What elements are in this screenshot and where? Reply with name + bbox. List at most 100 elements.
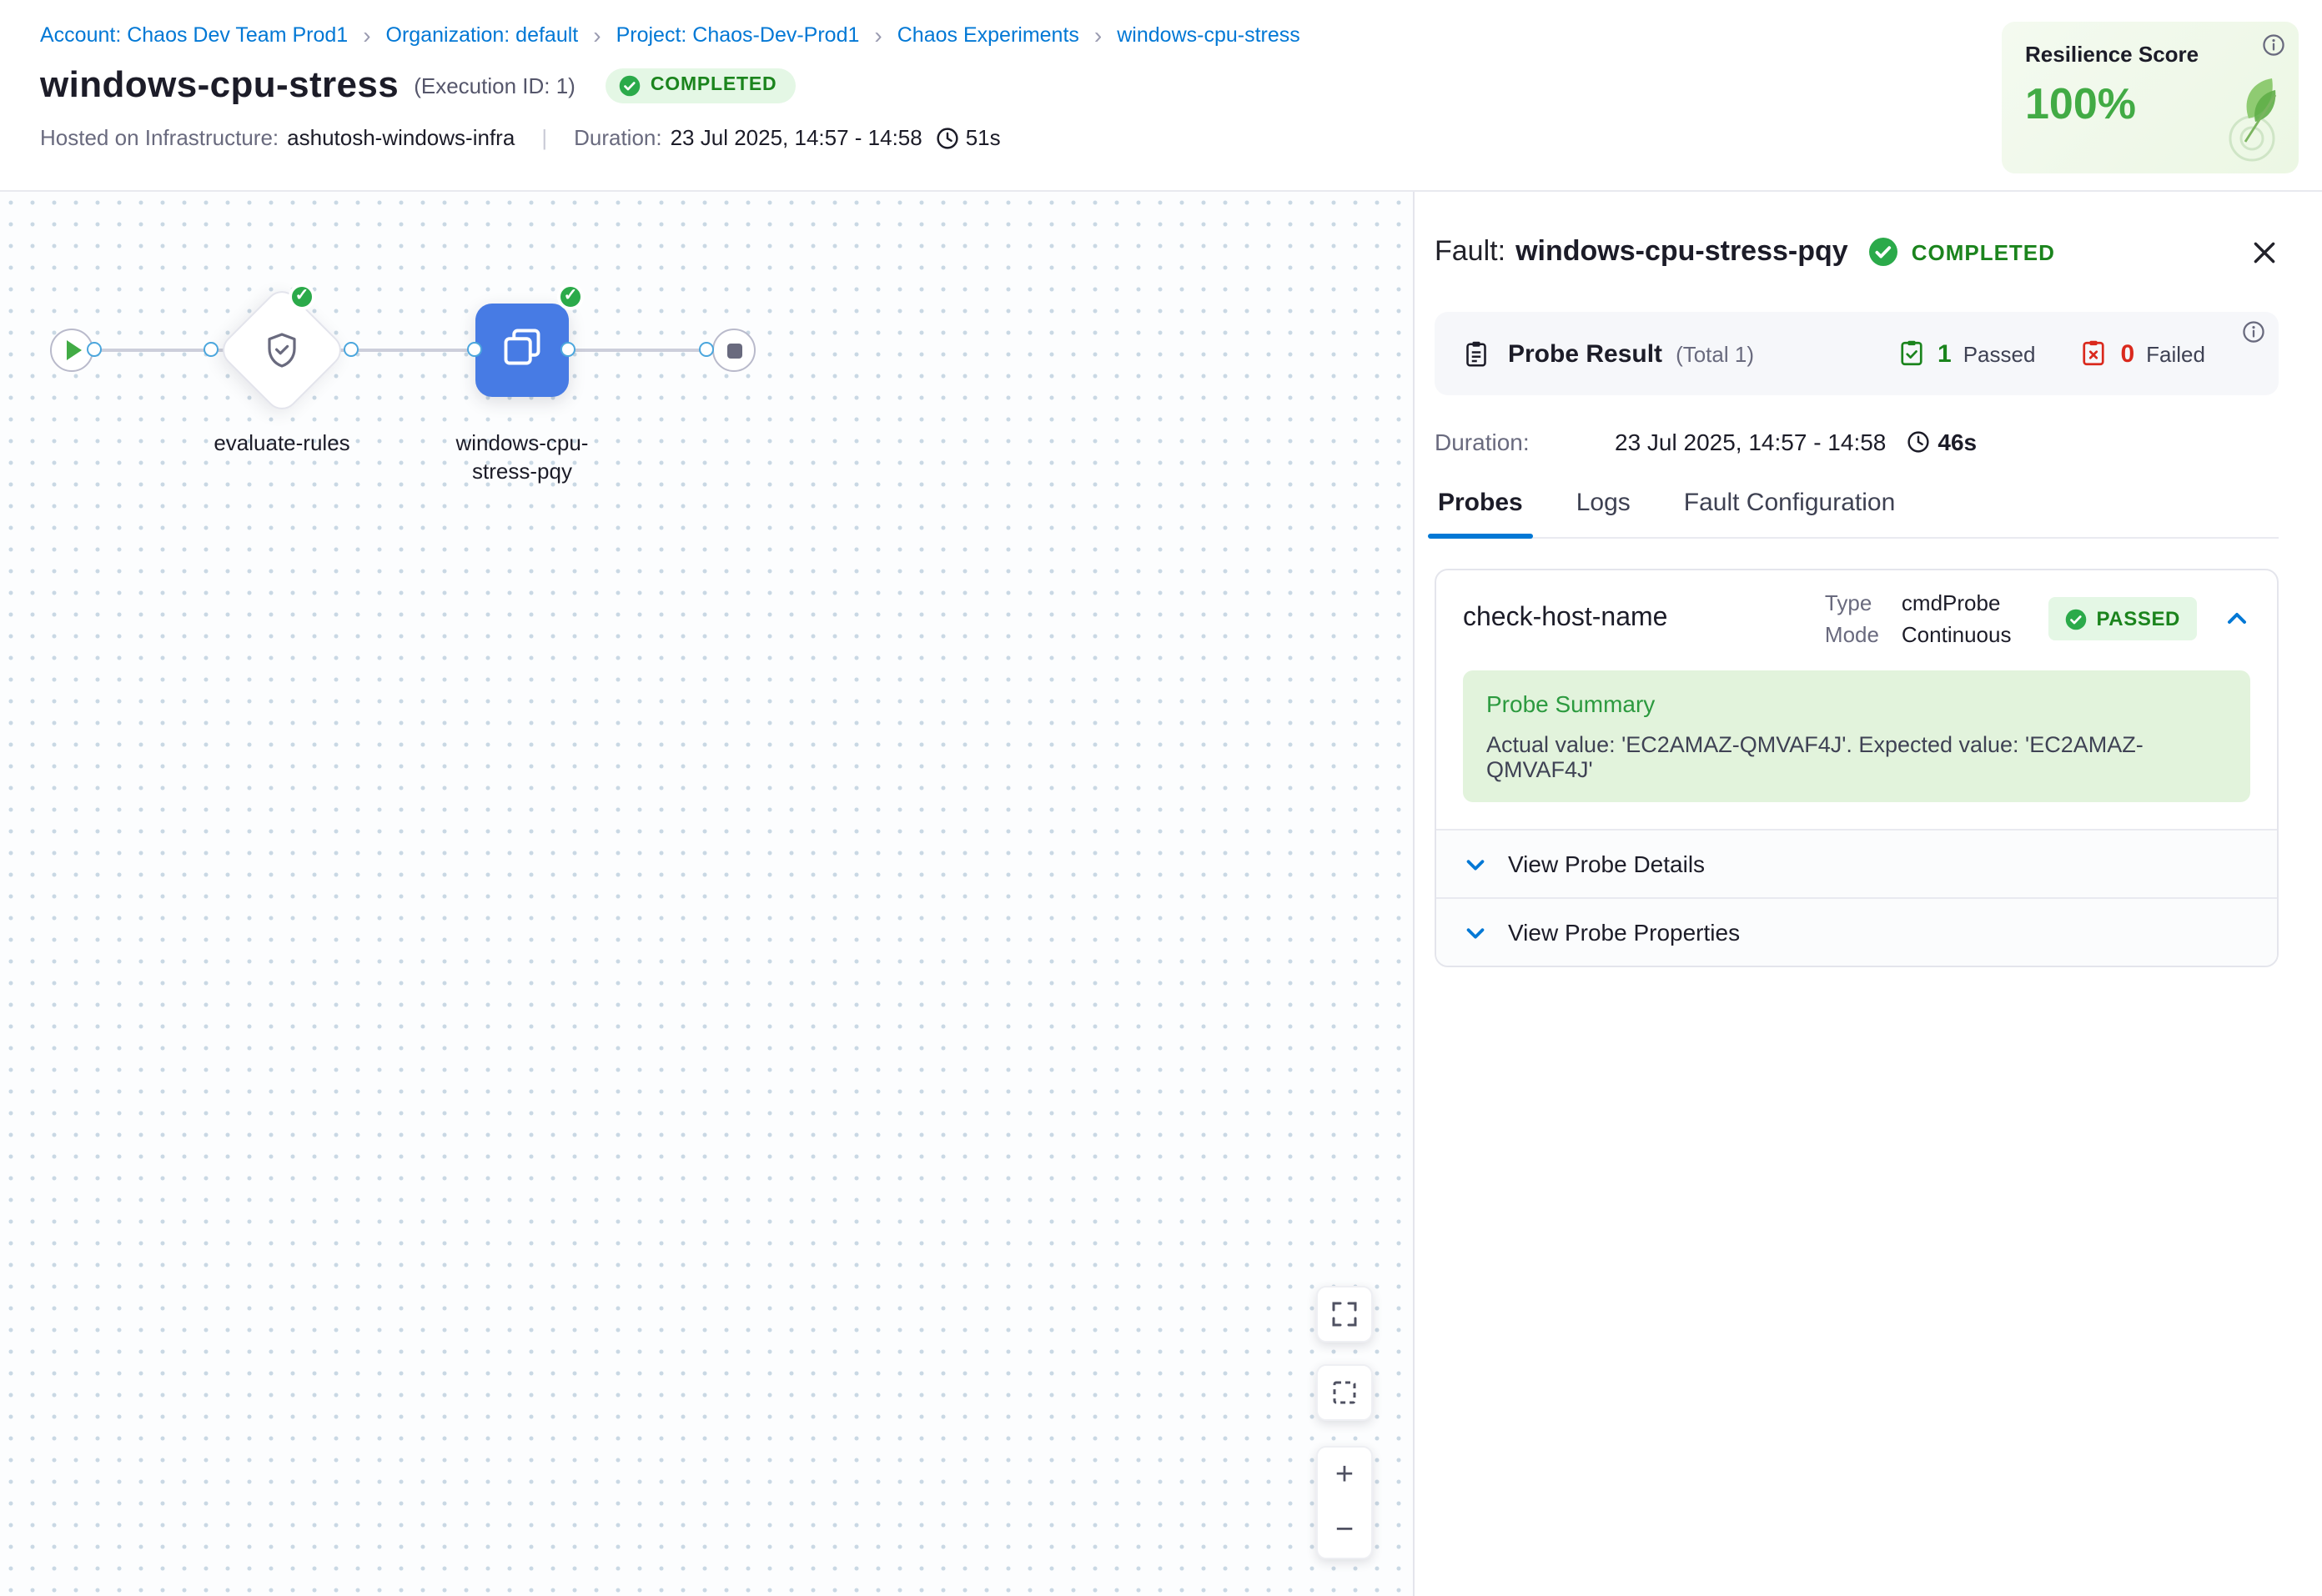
probe-status-badge: PASSED bbox=[2048, 597, 2197, 640]
fault-name: windows-cpu-stress-pqy bbox=[1515, 235, 1848, 269]
breadcrumb-current[interactable]: windows-cpu-stress bbox=[1117, 23, 1300, 47]
breadcrumb-chaos-experiments[interactable]: Chaos Experiments bbox=[897, 23, 1079, 47]
chevron-down-icon bbox=[1463, 851, 1488, 876]
zoom-in-button[interactable]: + bbox=[1318, 1448, 1371, 1503]
connection-port bbox=[204, 342, 219, 357]
info-icon[interactable] bbox=[2262, 33, 2285, 65]
probe-name: check-host-name bbox=[1463, 604, 1825, 634]
fullscreen-button[interactable] bbox=[1316, 1286, 1373, 1343]
probe-type-label: Type bbox=[1825, 590, 1902, 615]
close-icon[interactable] bbox=[2250, 238, 2279, 267]
pipeline-canvas[interactable]: ✓ evaluate-rules ✓ windows-cpu-stress-pq… bbox=[0, 192, 1415, 1596]
chaos-experiment-page: Account: Chaos Dev Team Prod1 › Organiza… bbox=[0, 0, 2322, 1596]
failed-summary: 0 Failed bbox=[2078, 339, 2205, 369]
probe-summary-text: Actual value: 'EC2AMAZ-QMVAF4J'. Expecte… bbox=[1486, 732, 2227, 782]
passed-summary: 1 Passed bbox=[1896, 339, 2035, 369]
clock-icon bbox=[936, 126, 959, 149]
zoom-out-button[interactable]: − bbox=[1318, 1503, 1371, 1558]
fault-status: COMPLETED bbox=[1912, 239, 2055, 264]
breadcrumb-separator-icon: › bbox=[593, 23, 601, 47]
duration-value: 23 Jul 2025, 14:57 - 14:58 bbox=[1615, 429, 1886, 455]
node-label-windows-cpu-stress-pqy: windows-cpu-stress-pqy bbox=[435, 429, 609, 485]
breadcrumb-separator-icon: › bbox=[363, 23, 370, 47]
node-success-badge-icon: ✓ bbox=[557, 284, 584, 310]
breadcrumb-account[interactable]: Account: Chaos Dev Team Prod1 bbox=[40, 23, 348, 47]
breadcrumb-separator-icon: › bbox=[1094, 23, 1102, 47]
clipboard-icon bbox=[1461, 339, 1491, 369]
duration-label: Duration: bbox=[574, 125, 662, 150]
node-evaluate-rules[interactable] bbox=[235, 304, 329, 397]
fault-label: Fault: bbox=[1435, 235, 1505, 269]
node-success-badge-icon: ✓ bbox=[289, 284, 315, 310]
node-label-evaluate-rules: evaluate-rules bbox=[165, 429, 399, 457]
info-icon[interactable] bbox=[2242, 320, 2265, 344]
probe-type-value: cmdProbe bbox=[1902, 590, 2001, 615]
meta-divider: | bbox=[541, 125, 547, 150]
connection-port bbox=[87, 342, 102, 357]
chevron-down-icon bbox=[1463, 920, 1488, 945]
status-badge: COMPLETED bbox=[606, 68, 796, 103]
fullscreen-icon bbox=[1331, 1301, 1358, 1327]
connection-port bbox=[467, 342, 482, 357]
breadcrumb: Account: Chaos Dev Team Prod1 › Organiza… bbox=[40, 23, 2322, 47]
view-probe-details-row[interactable]: View Probe Details bbox=[1436, 829, 2277, 897]
infra-label: Hosted on Infrastructure: bbox=[40, 125, 279, 150]
infra-value: ashutosh-windows-infra bbox=[287, 125, 515, 150]
duration-value: 23 Jul 2025, 14:57 - 14:58 bbox=[671, 125, 922, 150]
probe-summary-title: Probe Summary bbox=[1486, 690, 2227, 717]
tab-logs[interactable]: Logs bbox=[1573, 485, 1634, 537]
fault-duration-row: Duration: 23 Jul 2025, 14:57 - 14:58 46s bbox=[1435, 429, 2279, 455]
failed-label: Failed bbox=[2146, 341, 2205, 366]
duration-label: Duration: bbox=[1435, 429, 1615, 455]
page-title: windows-cpu-stress bbox=[40, 63, 399, 107]
node-windows-cpu-stress-pqy[interactable] bbox=[475, 304, 569, 397]
marquee-select-icon bbox=[1331, 1379, 1358, 1406]
clipboard-check-icon bbox=[1896, 339, 1926, 369]
resilience-score-card: Resilience Score 100% bbox=[2002, 22, 2299, 173]
duration-elapsed: 46s bbox=[1938, 429, 1977, 455]
passed-label: Passed bbox=[1963, 341, 2036, 366]
zoom-controls: + − bbox=[1316, 1446, 1373, 1559]
clipboard-x-icon bbox=[2078, 339, 2108, 369]
breadcrumb-organization[interactable]: Organization: default bbox=[386, 23, 579, 47]
marquee-select-button[interactable] bbox=[1316, 1364, 1373, 1421]
fault-step-icon bbox=[500, 324, 544, 376]
fault-detail-panel: Fault: windows-cpu-stress-pqy COMPLETED … bbox=[1415, 192, 2322, 1596]
probe-card-header[interactable]: check-host-name Type cmdProbe Mode Conti… bbox=[1436, 570, 2277, 667]
chevron-up-icon[interactable] bbox=[2224, 605, 2250, 632]
failed-count: 0 bbox=[2120, 339, 2134, 368]
probe-status-label: PASSED bbox=[2096, 607, 2180, 630]
view-probe-details-label: View Probe Details bbox=[1508, 851, 1705, 877]
play-icon bbox=[67, 340, 82, 360]
view-probe-properties-label: View Probe Properties bbox=[1508, 919, 1740, 946]
connection-port bbox=[699, 342, 714, 357]
tab-probes[interactable]: Probes bbox=[1435, 485, 1526, 537]
probe-result-summary: Probe Result (Total 1) 1 Passed 0 Failed bbox=[1435, 312, 2279, 395]
connection-port bbox=[560, 342, 575, 357]
clock-icon bbox=[1906, 430, 1929, 454]
check-circle-icon bbox=[2064, 608, 2086, 630]
leaf-decoration-icon bbox=[2169, 68, 2292, 170]
tab-fault-configuration[interactable]: Fault Configuration bbox=[1681, 485, 1899, 537]
pipeline-stop-node[interactable] bbox=[712, 329, 756, 372]
page-header: Account: Chaos Dev Team Prod1 › Organiza… bbox=[0, 0, 2322, 192]
shield-check-icon bbox=[235, 304, 329, 397]
probe-result-total: (Total 1) bbox=[1676, 341, 1754, 366]
probe-mode-value: Continuous bbox=[1902, 622, 2012, 647]
panel-tabs: Probes Logs Fault Configuration bbox=[1435, 485, 2279, 539]
probe-summary-box: Probe Summary Actual value: 'EC2AMAZ-QMV… bbox=[1463, 670, 2250, 802]
check-circle-icon bbox=[619, 74, 641, 96]
breadcrumb-project[interactable]: Project: Chaos-Dev-Prod1 bbox=[616, 23, 860, 47]
probe-type-mode: Type cmdProbe Mode Continuous bbox=[1825, 590, 2012, 647]
connector-line bbox=[75, 349, 719, 352]
breadcrumb-separator-icon: › bbox=[874, 23, 882, 47]
status-badge-label: COMPLETED bbox=[651, 75, 777, 95]
resilience-score-label: Resilience Score bbox=[2025, 42, 2275, 67]
duration-elapsed: 51s bbox=[966, 125, 1001, 150]
execution-id: (Execution ID: 1) bbox=[414, 73, 575, 98]
connection-port bbox=[344, 342, 359, 357]
view-probe-properties-row[interactable]: View Probe Properties bbox=[1436, 897, 2277, 966]
probe-mode-label: Mode bbox=[1825, 622, 1902, 647]
passed-count: 1 bbox=[1938, 339, 1952, 368]
fault-header: Fault: windows-cpu-stress-pqy COMPLETED bbox=[1435, 235, 2279, 269]
